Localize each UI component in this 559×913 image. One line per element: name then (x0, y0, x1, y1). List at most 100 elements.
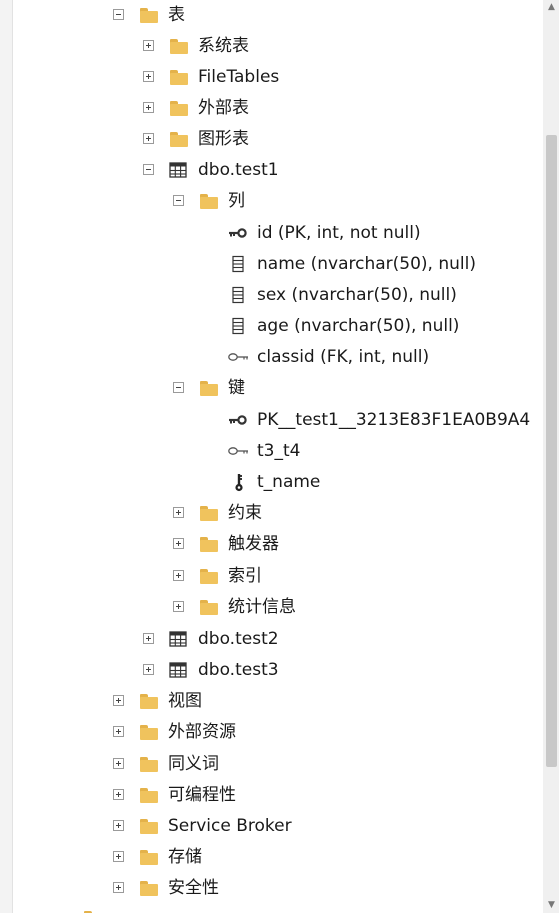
tree-node-statistics[interactable]: 统计信息 (0, 592, 543, 622)
tree-node-label: 统计信息 (228, 597, 296, 617)
tree-node-column-id[interactable]: id (PK, int, not null) (0, 218, 543, 248)
folder-icon (84, 909, 102, 913)
expand-icon[interactable] (173, 570, 184, 581)
primary-key-icon (228, 411, 247, 429)
tree-node-table-test1[interactable]: dbo.test1 (0, 155, 543, 185)
tree-node-label: id (PK, int, not null) (257, 223, 421, 243)
expand-icon[interactable] (113, 726, 124, 737)
foreign-key-icon (227, 348, 248, 366)
folder-icon (140, 6, 158, 24)
scrollbar-thumb[interactable] (546, 135, 557, 767)
tree-node-key-t-name[interactable]: t_name (0, 467, 543, 497)
tree-node-label: 图形表 (198, 129, 249, 149)
expand-icon[interactable] (173, 507, 184, 518)
object-explorer-tree: 表 系统表 FileTables 外部表 图形表 dbo.test1 列 id … (0, 0, 543, 913)
expand-icon[interactable] (113, 882, 124, 893)
folder-icon (140, 755, 158, 773)
tree-node-security[interactable]: 安全性 (0, 873, 543, 903)
tree-node-label: dbo.test1 (198, 160, 279, 180)
tree-node-label: t3_t4 (257, 441, 301, 461)
tree-node-label: 列 (228, 191, 245, 211)
tree-node-label: name (nvarchar(50), null) (257, 254, 476, 274)
tree-node-key-pk[interactable]: PK__test1__3213E83F1EA0B9A4 (0, 405, 543, 435)
scroll-up-icon[interactable]: ▲ (546, 2, 557, 12)
tree-node-label: dbo.test2 (198, 629, 279, 649)
tree-node-external-resources[interactable]: 外部资源 (0, 717, 543, 747)
tree-node-partial (0, 904, 543, 913)
expand-icon[interactable] (143, 102, 154, 113)
expand-icon[interactable] (143, 40, 154, 51)
tree-node-label: 存储 (168, 847, 202, 867)
table-icon (169, 161, 187, 179)
tree-node-service-broker[interactable]: Service Broker (0, 811, 543, 841)
tree-node-label: FileTables (198, 67, 280, 87)
expand-icon[interactable] (173, 538, 184, 549)
tree-node-column-age[interactable]: age (nvarchar(50), null) (0, 311, 543, 341)
tree-node-filetables[interactable]: FileTables (0, 62, 543, 92)
tree-node-key-t3-t4[interactable]: t3_t4 (0, 436, 543, 466)
unique-key-icon (231, 473, 249, 492)
folder-icon (140, 848, 158, 866)
tree-node-label: PK__test1__3213E83F1EA0B9A4 (257, 410, 531, 430)
expand-icon[interactable] (113, 695, 124, 706)
tree-node-label: dbo.test3 (198, 660, 279, 680)
expand-icon[interactable] (173, 601, 184, 612)
table-icon (169, 661, 187, 679)
column-icon (230, 286, 248, 304)
tree-node-label: Service Broker (168, 816, 292, 836)
collapse-icon[interactable] (173, 382, 184, 393)
tree-node-label: age (nvarchar(50), null) (257, 316, 460, 336)
tree-node-label: 外部表 (198, 98, 249, 118)
scroll-down-icon[interactable]: ▼ (546, 900, 557, 910)
tree-node-label: 约束 (228, 503, 262, 523)
expand-icon[interactable] (143, 133, 154, 144)
tree-node-synonyms[interactable]: 同义词 (0, 749, 543, 779)
folder-icon (140, 879, 158, 897)
expand-icon[interactable] (143, 633, 154, 644)
tree-node-views[interactable]: 视图 (0, 686, 543, 716)
tree-node-column-sex[interactable]: sex (nvarchar(50), null) (0, 280, 543, 310)
expand-icon[interactable] (143, 71, 154, 82)
tree-node-label: t_name (257, 472, 321, 492)
tree-node-table-test3[interactable]: dbo.test3 (0, 655, 543, 685)
folder-icon (200, 567, 218, 585)
primary-key-icon (228, 224, 247, 242)
folder-icon (200, 504, 218, 522)
tree-node-label: 可编程性 (168, 785, 236, 805)
tree-node-triggers[interactable]: 触发器 (0, 529, 543, 559)
expand-icon[interactable] (113, 758, 124, 769)
foreign-key-icon (227, 442, 248, 460)
expand-icon[interactable] (113, 820, 124, 831)
folder-icon (170, 130, 188, 148)
tree-node-external-tables[interactable]: 外部表 (0, 93, 543, 123)
folder-icon (200, 535, 218, 553)
tree-node-label: 键 (228, 378, 245, 398)
folder-icon (140, 786, 158, 804)
expand-icon[interactable] (113, 851, 124, 862)
tree-node-table-test2[interactable]: dbo.test2 (0, 624, 543, 654)
tree-node-constraints[interactable]: 约束 (0, 498, 543, 528)
expand-icon[interactable] (143, 664, 154, 675)
collapse-icon[interactable] (113, 9, 124, 20)
tree-node-tables[interactable]: 表 (0, 0, 543, 30)
column-icon (230, 255, 248, 273)
tree-node-keys[interactable]: 键 (0, 373, 543, 403)
tree-node-system-tables[interactable]: 系统表 (0, 31, 543, 61)
tree-node-label: 安全性 (168, 878, 219, 898)
tree-node-label: 同义词 (168, 754, 219, 774)
collapse-icon[interactable] (173, 195, 184, 206)
collapse-icon[interactable] (143, 164, 154, 175)
tree-node-label: classid (FK, int, null) (257, 347, 430, 367)
tree-node-column-name[interactable]: name (nvarchar(50), null) (0, 249, 543, 279)
tree-node-label: 系统表 (198, 36, 249, 56)
tree-node-storage[interactable]: 存储 (0, 842, 543, 872)
tree-node-programmability[interactable]: 可编程性 (0, 780, 543, 810)
tree-node-indexes[interactable]: 索引 (0, 561, 543, 591)
tree-node-column-classid[interactable]: classid (FK, int, null) (0, 342, 543, 372)
tree-node-graph-tables[interactable]: 图形表 (0, 124, 543, 154)
table-icon (169, 630, 187, 648)
tree-node-columns[interactable]: 列 (0, 186, 543, 216)
tree-node-label: 索引 (228, 566, 262, 586)
column-icon (230, 317, 248, 335)
expand-icon[interactable] (113, 789, 124, 800)
